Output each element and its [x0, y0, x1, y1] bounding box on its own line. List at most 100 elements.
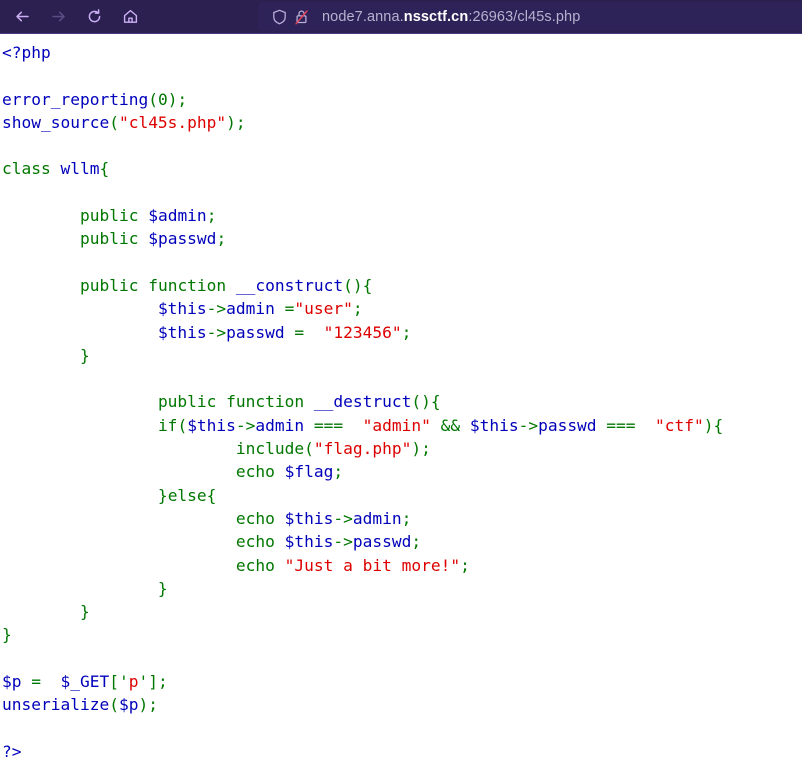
code-token: ( — [109, 695, 119, 715]
code-token: unserialize — [2, 695, 110, 715]
browser-toolbar: node7.anna.nssctf.cn:26963/cl45s.php — [0, 0, 802, 34]
url-text: node7.anna.nssctf.cn:26963/cl45s.php — [322, 9, 580, 25]
code-token: } — [2, 485, 168, 505]
code-token: = — [21, 672, 51, 692]
code-token: ; — [216, 229, 227, 249]
code-token: $passwd — [148, 229, 217, 249]
code-token: $flag — [284, 462, 334, 482]
code-token: include — [235, 439, 305, 459]
home-icon — [122, 8, 139, 25]
code-token: "flag.php" — [313, 439, 412, 459]
code-token: ; — [460, 555, 470, 575]
arrow-left-icon — [14, 8, 31, 25]
code-token: ( — [177, 415, 188, 435]
code-token: ( — [304, 439, 314, 459]
code-token: $_GET — [60, 672, 110, 692]
forward-button[interactable] — [42, 3, 74, 31]
code-token: === — [596, 415, 646, 435]
code-token: } — [2, 578, 168, 598]
code-token: -> — [518, 415, 539, 435]
code-token: = — [274, 299, 295, 319]
code-token: $admin — [148, 206, 207, 226]
code-token: ( — [148, 89, 158, 109]
code-token: echo — [235, 462, 275, 482]
code-token: -> — [333, 508, 353, 528]
code-token: passwd — [226, 322, 285, 342]
code-token: ){ — [703, 415, 724, 435]
code-token: === — [304, 415, 353, 435]
code-token: function — [148, 275, 227, 295]
code-token: ' — [118, 672, 129, 692]
code-token: -> — [206, 299, 227, 319]
code-token: admin — [352, 508, 402, 528]
code-token: function — [226, 392, 305, 412]
code-token: "ctf" — [645, 415, 704, 435]
url-host: nssctf.cn — [403, 8, 469, 25]
code-token: 0 — [157, 89, 168, 109]
code-token: $this — [157, 322, 207, 342]
shield-icon[interactable] — [268, 6, 290, 28]
code-token: __construct — [235, 275, 344, 295]
code-token: public — [79, 275, 139, 295]
code-token: $p — [118, 695, 139, 715]
home-button[interactable] — [114, 3, 146, 31]
code-token: error_reporting — [2, 89, 149, 109]
url-suffix: :26963/cl45s.php — [468, 8, 581, 25]
code-token: echo — [235, 508, 275, 528]
reload-icon — [86, 8, 103, 25]
code-token: -> — [333, 532, 353, 552]
code-token: (){ — [411, 392, 441, 412]
code-token: $this — [157, 299, 207, 319]
code-token: admin — [255, 415, 305, 435]
code-token: passwd — [352, 532, 412, 552]
code-token: ); — [226, 112, 246, 132]
code-token: "admin" — [352, 415, 431, 435]
page-content: <?php error_reporting(0); show_source("c… — [0, 34, 802, 772]
code-token: [ — [109, 672, 119, 692]
navigation-buttons — [0, 3, 146, 31]
code-token: "cl45s.php" — [118, 112, 227, 132]
code-token: { — [206, 485, 217, 505]
code-token: ); — [167, 89, 188, 109]
code-token: else — [167, 485, 207, 505]
reload-button[interactable] — [78, 3, 110, 31]
arrow-right-icon — [50, 8, 67, 25]
code-token: ; — [411, 532, 422, 552]
code-token: ; — [206, 206, 217, 226]
code-token: ; — [333, 462, 344, 482]
code-token: ; — [401, 322, 412, 342]
back-button[interactable] — [6, 3, 38, 31]
address-bar[interactable]: node7.anna.nssctf.cn:26963/cl45s.php — [258, 2, 802, 31]
code-token: __destruct — [313, 392, 412, 412]
code-token: -> — [206, 322, 227, 342]
code-token: wllm — [60, 159, 100, 179]
code-token: class — [2, 159, 51, 179]
lock-crossed-icon[interactable] — [290, 6, 312, 28]
code-token: ; — [401, 508, 412, 528]
code-token: ]; — [148, 672, 168, 692]
code-token: show_source — [2, 112, 110, 132]
php-source-listing: <?php error_reporting(0); show_source("c… — [0, 34, 802, 763]
code-token: } — [2, 345, 90, 365]
code-token: public — [157, 392, 217, 412]
code-token: && — [430, 415, 470, 435]
code-token: } — [2, 602, 90, 622]
code-token: public — [79, 229, 139, 249]
code-token: $this — [469, 415, 519, 435]
code-token: = — [284, 322, 314, 342]
